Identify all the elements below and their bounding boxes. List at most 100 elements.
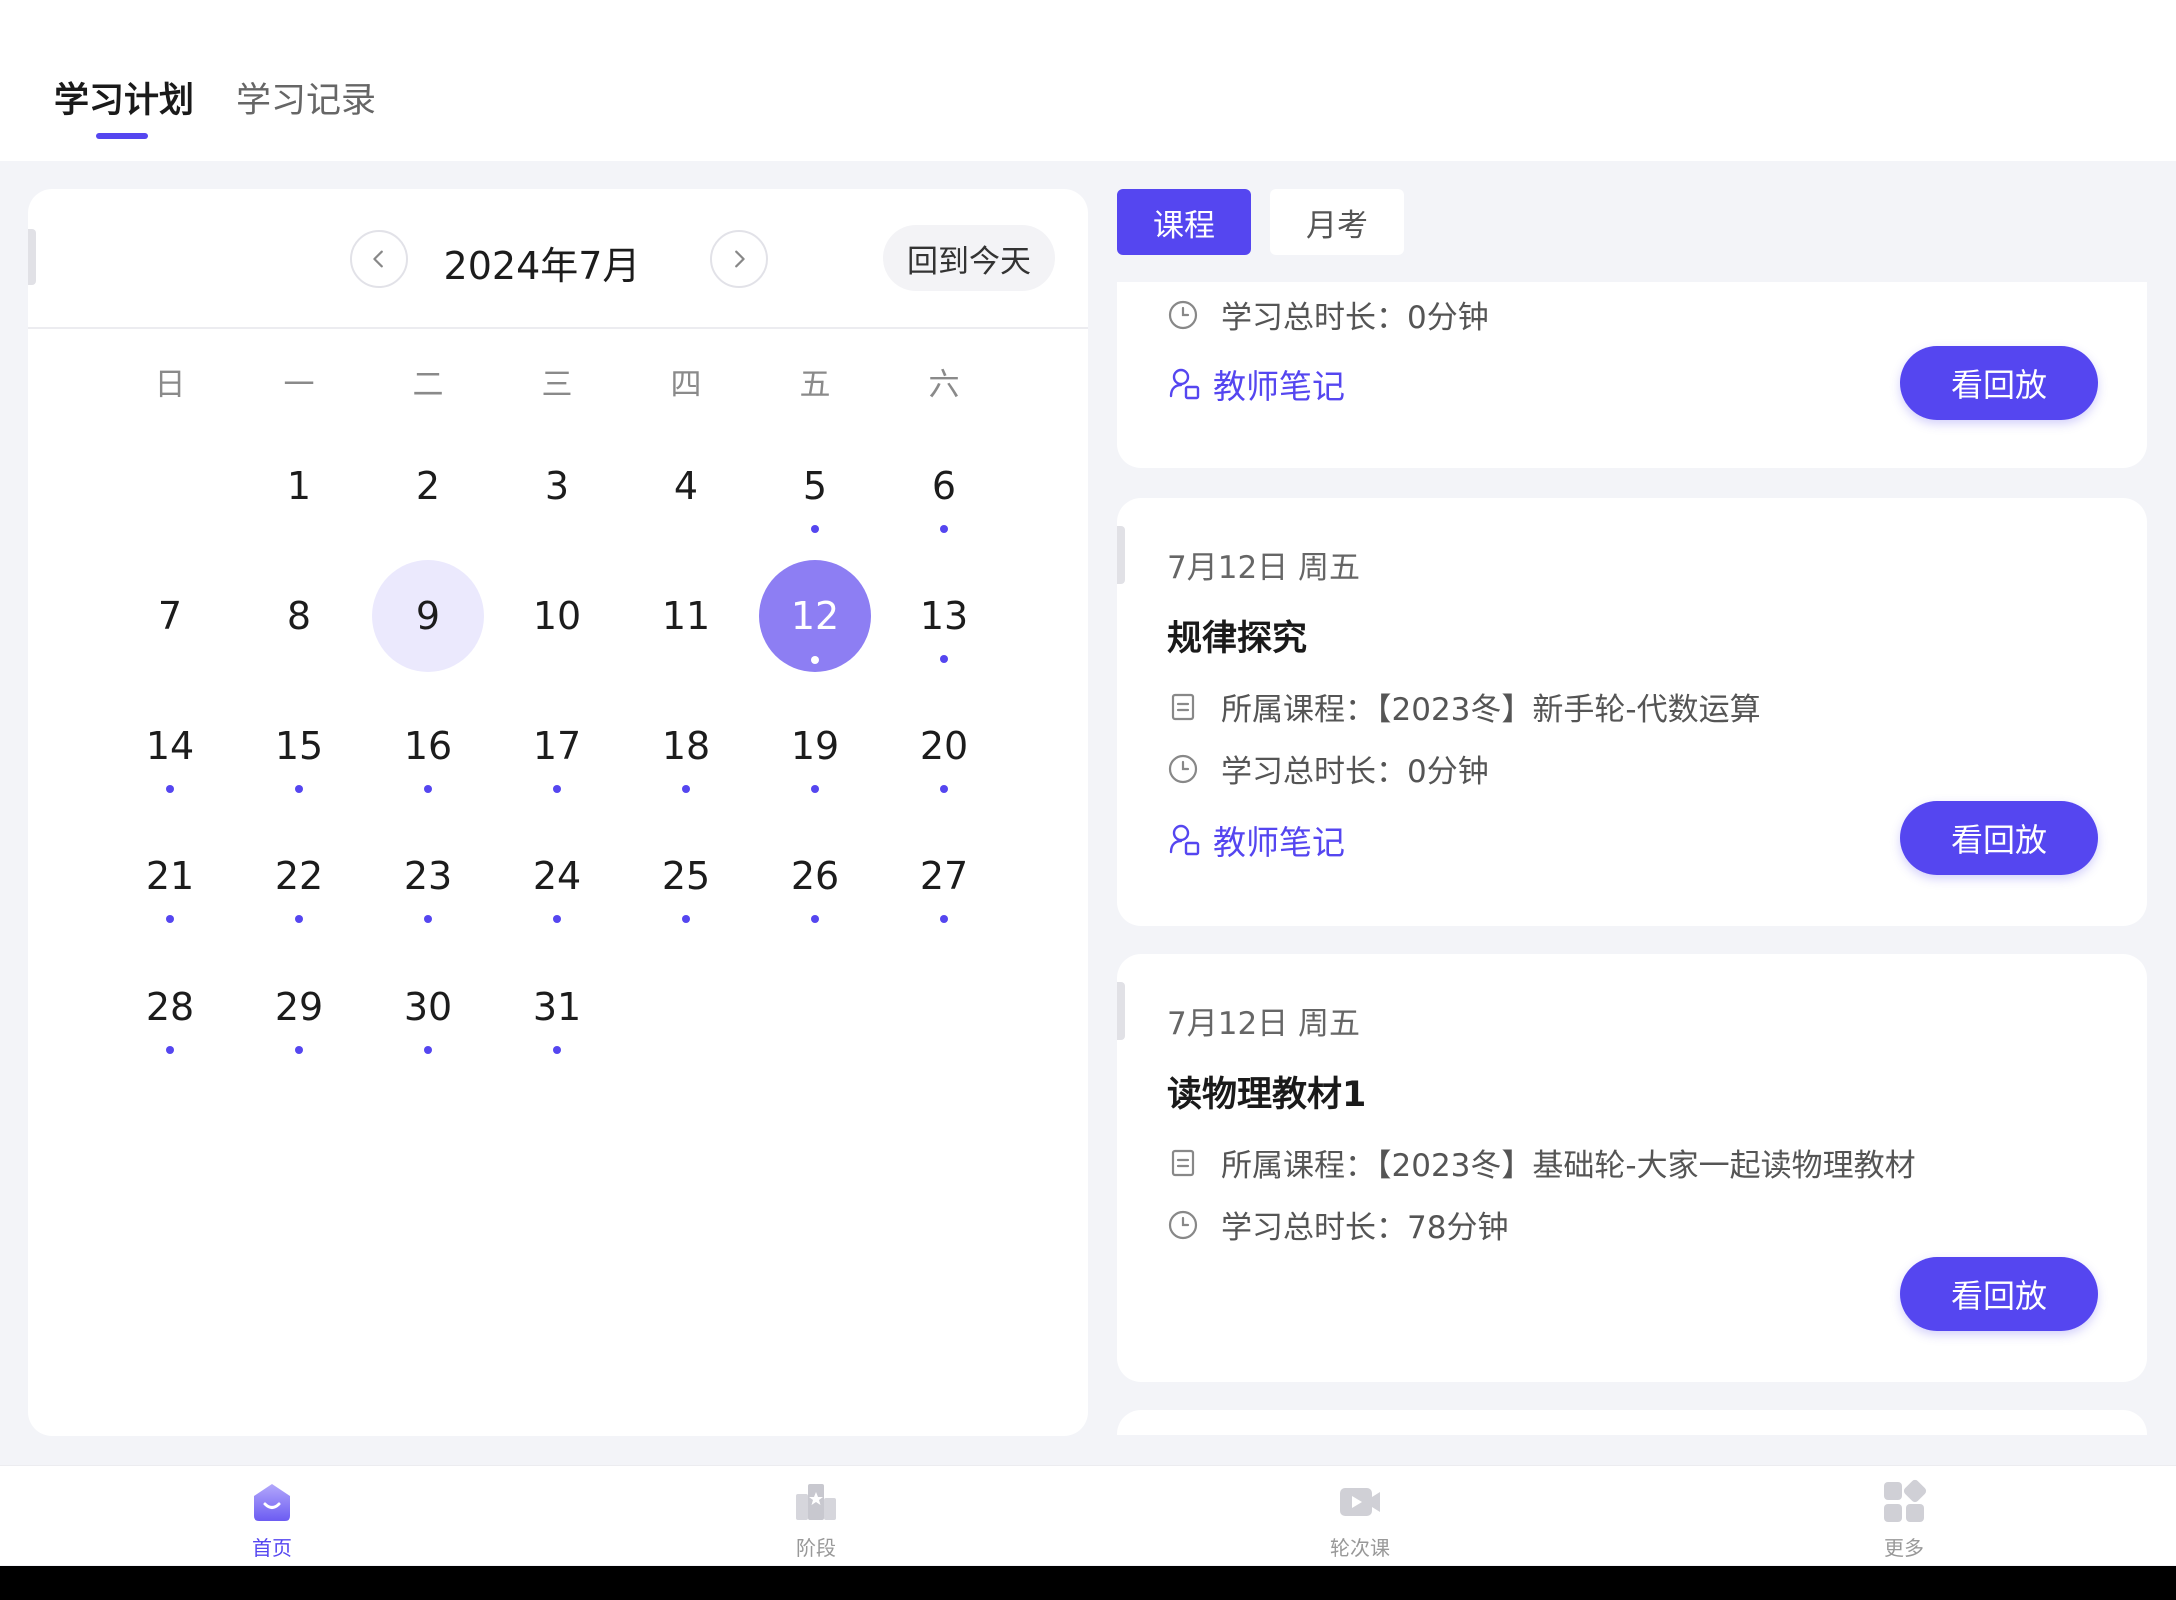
teacher-notes-icon bbox=[1169, 824, 1200, 856]
calendar-day[interactable]: 4 bbox=[630, 430, 742, 542]
calendar-day[interactable]: 31 bbox=[501, 951, 613, 1063]
nav-round-lessons[interactable]: 轮次课 bbox=[1260, 1478, 1460, 1561]
tab-monthly-exam[interactable]: 月考 bbox=[1270, 189, 1404, 255]
lesson-title: 规律探究 bbox=[1167, 619, 1308, 659]
next-month-button[interactable] bbox=[710, 230, 768, 288]
day-number: 13 bbox=[919, 594, 969, 638]
panel-edge-marker bbox=[28, 229, 36, 285]
calendar-day[interactable]: 26 bbox=[759, 820, 871, 932]
calendar-day[interactable]: 21 bbox=[114, 820, 226, 932]
watch-replay-button[interactable]: 看回放 bbox=[1900, 1257, 2098, 1331]
day-number: 19 bbox=[790, 724, 840, 768]
active-tab-indicator bbox=[96, 133, 148, 139]
video-icon bbox=[1340, 1488, 1380, 1516]
course-row: 所属课程：【2023冬】新手轮-代数运算 bbox=[1167, 684, 1761, 729]
calendar-day[interactable]: 11 bbox=[630, 560, 742, 672]
calendar-day[interactable]: 27 bbox=[888, 820, 1000, 932]
calendar-day[interactable]: 22 bbox=[243, 820, 355, 932]
tab-course[interactable]: 课程 bbox=[1117, 189, 1251, 255]
day-number: 10 bbox=[532, 594, 582, 638]
has-lesson-dot bbox=[682, 915, 690, 923]
clock-icon bbox=[1168, 1210, 1198, 1239]
lesson-date: 7月12日 周五 bbox=[1167, 550, 1361, 586]
course-card bbox=[1117, 1410, 2147, 1435]
calendar-day[interactable]: 10 bbox=[501, 560, 613, 672]
calendar-day[interactable]: 5 bbox=[759, 430, 871, 542]
day-number: 18 bbox=[661, 724, 711, 768]
calendar-day[interactable]: 23 bbox=[372, 820, 484, 932]
course-card: 7月12日 周五 读物理教材1 所属课程：【2023冬】基础轮-大家一起读物理教… bbox=[1117, 954, 2147, 1382]
day-number: 22 bbox=[274, 854, 324, 898]
lesson-title: 读物理教材1 bbox=[1167, 1075, 1367, 1115]
calendar-day[interactable]: 2 bbox=[372, 430, 484, 542]
teacher-notes-link[interactable]: 教师笔记 bbox=[1167, 816, 1345, 864]
teacher-notes-label: 教师笔记 bbox=[1213, 823, 1345, 862]
teacher-notes-link[interactable]: 教师笔记 bbox=[1167, 360, 1345, 408]
course-row: 所属课程：【2023冬】基础轮-大家一起读物理教材 bbox=[1167, 1140, 1916, 1185]
tab-study-plan[interactable]: 学习计划 bbox=[54, 72, 194, 123]
weekday-label: 六 bbox=[928, 367, 960, 403]
calendar-day[interactable]: 25 bbox=[630, 820, 742, 932]
calendar-day[interactable]: 24 bbox=[501, 820, 613, 932]
home-icon bbox=[254, 1484, 290, 1521]
weekday-label: 四 bbox=[670, 367, 702, 403]
calendar-day[interactable]: 15 bbox=[243, 690, 355, 802]
calendar-day[interactable]: 7 bbox=[114, 560, 226, 672]
tab-study-record[interactable]: 学习记录 bbox=[236, 72, 376, 123]
teacher-notes-icon bbox=[1169, 368, 1200, 400]
day-number: 3 bbox=[544, 464, 570, 508]
calendar-day[interactable]: 8 bbox=[243, 560, 355, 672]
day-number: 12 bbox=[790, 594, 840, 638]
day-number: 8 bbox=[286, 594, 312, 638]
weekday-label: 一 bbox=[283, 367, 315, 403]
day-number: 2 bbox=[415, 464, 441, 508]
card-edge-marker bbox=[1117, 526, 1125, 584]
calendar-day[interactable]: 12 bbox=[759, 560, 871, 672]
nav-home-label: 首页 bbox=[252, 1536, 292, 1560]
nav-more-label: 更多 bbox=[1884, 1536, 1924, 1560]
has-lesson-dot bbox=[940, 525, 948, 533]
calendar-day[interactable]: 1 bbox=[243, 430, 355, 542]
calendar-day[interactable]: 30 bbox=[372, 951, 484, 1063]
weekday-label: 三 bbox=[541, 367, 573, 403]
calendar-day[interactable]: 17 bbox=[501, 690, 613, 802]
clock-icon bbox=[1168, 300, 1198, 329]
chevron-left-icon bbox=[373, 250, 383, 268]
duration-row: 学习总时长：0分钟 bbox=[1167, 292, 1489, 337]
clock-icon bbox=[1168, 754, 1198, 783]
course-list[interactable]: 学习总时长：0分钟 教师笔记 看回放 7月12日 周五 规律探究 所属课程：【2… bbox=[1117, 282, 2147, 1435]
calendar-day[interactable]: 3 bbox=[501, 430, 613, 542]
has-lesson-dot bbox=[940, 655, 948, 663]
has-lesson-dot bbox=[295, 1046, 303, 1054]
has-lesson-dot bbox=[811, 656, 819, 664]
day-number: 4 bbox=[673, 464, 699, 508]
day-number: 30 bbox=[403, 985, 453, 1029]
has-lesson-dot bbox=[940, 915, 948, 923]
calendar-day[interactable]: 16 bbox=[372, 690, 484, 802]
day-number: 27 bbox=[919, 854, 969, 898]
calendar-day[interactable]: 19 bbox=[759, 690, 871, 802]
course-card: 7月12日 周五 规律探究 所属课程：【2023冬】新手轮-代数运算 学习总时长… bbox=[1117, 498, 2147, 926]
calendar-day[interactable]: 18 bbox=[630, 690, 742, 802]
calendar-day[interactable]: 29 bbox=[243, 951, 355, 1063]
has-lesson-dot bbox=[424, 915, 432, 923]
calendar-day[interactable]: 20 bbox=[888, 690, 1000, 802]
day-number: 17 bbox=[532, 724, 582, 768]
watch-replay-button[interactable]: 看回放 bbox=[1900, 346, 2098, 420]
calendar-day[interactable]: 6 bbox=[888, 430, 1000, 542]
nav-home[interactable]: 首页 bbox=[172, 1478, 372, 1561]
day-number: 26 bbox=[790, 854, 840, 898]
course-name: 所属课程：【2023冬】新手轮-代数运算 bbox=[1221, 692, 1761, 728]
back-to-today-button[interactable]: 回到今天 bbox=[883, 225, 1055, 291]
has-lesson-dot bbox=[811, 785, 819, 793]
nav-stage[interactable]: 阶段 bbox=[716, 1478, 916, 1561]
calendar-day[interactable]: 28 bbox=[114, 951, 226, 1063]
watch-replay-button[interactable]: 看回放 bbox=[1900, 801, 2098, 875]
lesson-date: 7月12日 周五 bbox=[1167, 1006, 1361, 1042]
calendar-day[interactable]: 13 bbox=[888, 560, 1000, 672]
duration-text: 学习总时长：0分钟 bbox=[1221, 754, 1489, 790]
calendar-day[interactable]: 14 bbox=[114, 690, 226, 802]
calendar-day[interactable]: 9 bbox=[372, 560, 484, 672]
nav-round-lessons-label: 轮次课 bbox=[1330, 1536, 1390, 1560]
nav-more[interactable]: 更多 bbox=[1804, 1478, 2004, 1561]
